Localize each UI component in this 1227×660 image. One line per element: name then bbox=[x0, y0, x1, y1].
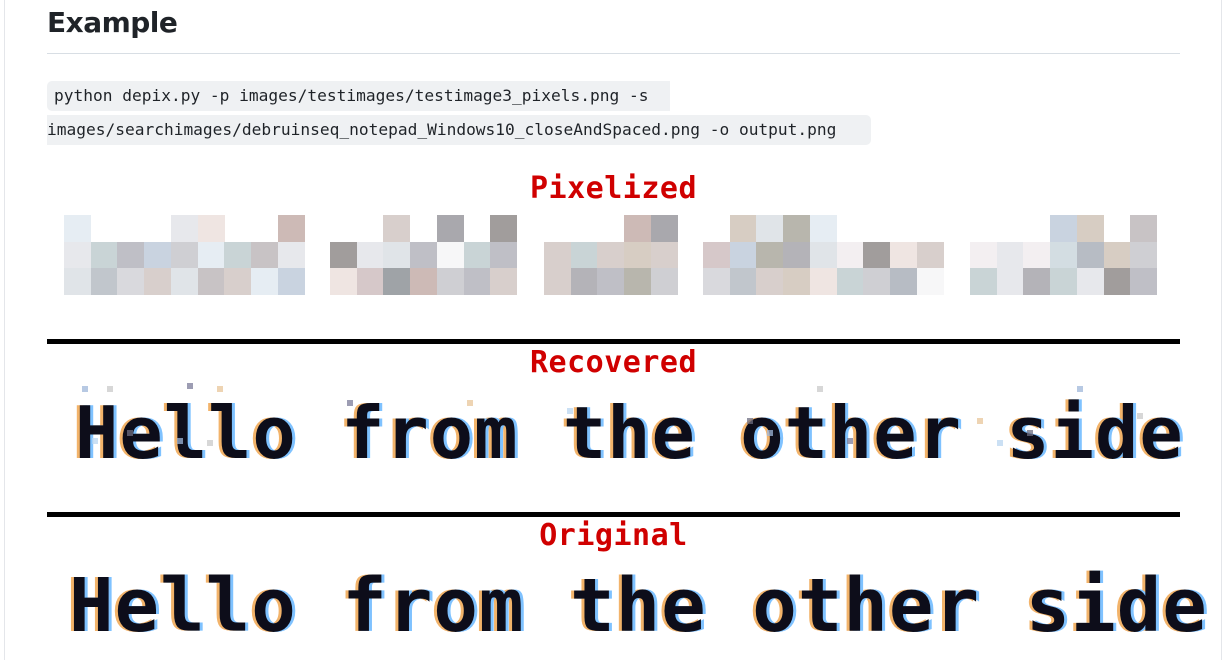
noise-pixel bbox=[1077, 386, 1083, 392]
noise-pixel bbox=[767, 430, 773, 436]
depix-example-image: Pixelized Recovered Hello from the other… bbox=[47, 168, 1207, 660]
separator-rule bbox=[47, 512, 1180, 517]
noise-pixel bbox=[92, 438, 98, 444]
noise-pixel bbox=[567, 408, 573, 414]
noise-pixel bbox=[847, 438, 853, 444]
noise-pixel bbox=[817, 386, 823, 392]
noise-pixel bbox=[82, 386, 88, 392]
noise-pixel bbox=[217, 386, 223, 392]
section-heading: Example bbox=[47, 6, 178, 39]
noise-pixel bbox=[347, 400, 353, 406]
noise-pixel bbox=[747, 418, 753, 424]
heading-divider bbox=[47, 53, 1180, 54]
noise-pixel bbox=[977, 418, 983, 424]
noise-pixel bbox=[1027, 430, 1033, 436]
original-text: Hello from the other side bbox=[69, 563, 1208, 649]
command-code-line-1: python depix.py -p images/testimages/tes… bbox=[47, 81, 670, 111]
noise-pixel bbox=[107, 386, 113, 392]
noise-pixel bbox=[467, 400, 473, 406]
original-label: Original bbox=[539, 518, 688, 553]
noise-pixel bbox=[997, 440, 1003, 446]
noise-pixel bbox=[1137, 413, 1143, 419]
noise-pixel bbox=[127, 430, 133, 436]
noise-pixel bbox=[207, 440, 213, 446]
noise-pixel bbox=[177, 438, 183, 444]
noise-pixel bbox=[187, 383, 193, 389]
command-code-line-2: images/searchimages/debruinseq_notepad_W… bbox=[47, 115, 871, 145]
